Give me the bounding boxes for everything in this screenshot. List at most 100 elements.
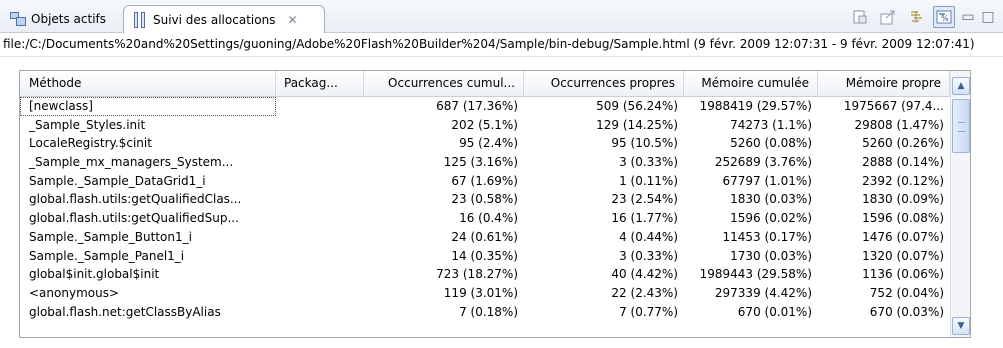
column-header-memoire-cumulee[interactable]: Mémoire cumulée <box>684 71 818 97</box>
cell-occurrences-cumulees: 14 (0.35%) <box>451 248 518 263</box>
cell-package <box>276 190 364 209</box>
cell-memoire-cumulee: 252689 (3.76%) <box>714 155 812 170</box>
cell-occurrences-cumulees: 125 (3.16%) <box>443 155 518 170</box>
minimize-icon[interactable]: ▭ <box>961 6 975 28</box>
cell-memoire-propre: 1596 (0.08%) <box>862 211 944 226</box>
scroll-up-button[interactable]: ▲ <box>952 77 970 95</box>
tab-objets-actifs[interactable]: Objets actifs <box>2 5 122 33</box>
table-body: [newclass] 687 (17.36%) 509 (56.24%) 198841… <box>20 97 950 321</box>
cell-methode: Sample._Sample_Button1_i <box>29 229 192 244</box>
cell-memoire-propre: 1975667 (97.4... <box>843 99 944 113</box>
cell-methode: [newclass] <box>20 97 276 116</box>
cell-methode: <anonymous> <box>29 285 120 300</box>
filter-icon[interactable] <box>905 6 927 28</box>
table-row[interactable]: Sample._Sample_DataGrid1_i 67 (1.69%) 1 (0… <box>20 172 950 191</box>
cell-methode: global.flash.utils:getQualifiedClas... <box>29 192 242 207</box>
cell-package <box>276 134 364 153</box>
cell-methode: Sample._Sample_Panel1_i <box>29 248 185 263</box>
svg-text:%: % <box>941 14 949 23</box>
cell-memoire-cumulee: 74273 (1.1%) <box>730 117 812 132</box>
cell-methode: LocaleRegistry.$cinit <box>29 136 152 151</box>
cell-occurrences-propres: 7 (0.77%) <box>619 304 678 319</box>
allocation-trace-icon <box>132 12 148 28</box>
cell-package <box>276 116 364 135</box>
cell-memoire-cumulee: 11453 (0.17%) <box>722 229 812 244</box>
cell-memoire-propre: 1136 (0.06%) <box>862 267 944 282</box>
column-header-memoire-propre[interactable]: Mémoire propre <box>818 71 950 97</box>
cell-occurrences-propres: 3 (0.33%) <box>619 248 678 263</box>
cell-occurrences-propres: 129 (14.25%) <box>596 117 678 132</box>
column-header-methode[interactable]: Méthode <box>20 71 276 97</box>
cell-memoire-cumulee: 1730 (0.03%) <box>730 248 812 263</box>
cell-memoire-cumulee: 1989443 (29.58%) <box>699 267 812 282</box>
cell-methode: global$init.global$init <box>29 267 160 282</box>
cell-occurrences-cumulees: 95 (2.4%) <box>459 136 518 151</box>
cell-occurrences-cumulees: 687 (17.36%) <box>436 99 518 113</box>
cell-occurrences-cumulees: 23 (0.58%) <box>451 192 518 207</box>
table-row[interactable]: Sample._Sample_Panel1_i 14 (0.35%) 3 (0.33… <box>20 247 950 266</box>
table-row[interactable]: <anonymous> 119 (3.01%) 22 (2.43%) 297339 (… <box>20 284 950 303</box>
table-row[interactable]: _Sample_Styles.init 202 (5.1%) 129 (14.25%… <box>20 116 950 135</box>
allocation-table: Méthode Packag... Occurrences cumul... O… <box>19 70 971 338</box>
cell-occurrences-propres: 3 (0.33%) <box>619 155 678 170</box>
cell-package <box>276 153 364 172</box>
cell-package <box>276 209 364 228</box>
cell-package <box>276 247 364 266</box>
table-row[interactable]: global.flash.net:getClassByAlias 7 (0.18%… <box>20 303 950 322</box>
tab-label: Suivi des allocations <box>153 13 276 27</box>
cell-memoire-propre: 752 (0.04%) <box>869 285 944 300</box>
cell-memoire-propre: 2392 (0.12%) <box>862 173 944 188</box>
percentage-toggle-icon[interactable]: % <box>933 6 955 28</box>
cell-memoire-propre: 670 (0.03%) <box>869 304 944 319</box>
table-row[interactable]: Sample._Sample_Button1_i 24 (0.61%) 4 (0.4… <box>20 228 950 247</box>
cell-package <box>276 284 364 303</box>
tab-label: Objets actifs <box>31 12 107 26</box>
cell-memoire-cumulee: 67797 (1.01%) <box>722 173 812 188</box>
table-row[interactable]: _Sample_mx_managers_System... 125 (3.16%)… <box>20 153 950 172</box>
objects-icon <box>10 11 26 27</box>
table-row[interactable]: global$init.global$init 723 (18.27%) 40 (4… <box>20 265 950 284</box>
cell-memoire-cumulee: 1830 (0.03%) <box>730 192 812 207</box>
cell-methode: global.flash.net:getClassByAlias <box>29 304 221 319</box>
cell-occurrences-cumulees: 119 (3.01%) <box>443 285 518 300</box>
cell-occurrences-propres: 1 (0.11%) <box>619 173 678 188</box>
export-icon[interactable] <box>877 6 899 28</box>
tab-suivi-des-allocations[interactable]: Suivi des allocations ✕ <box>123 5 325 34</box>
scroll-thumb[interactable] <box>952 99 970 153</box>
cell-memoire-propre: 2888 (0.14%) <box>862 155 944 170</box>
column-header-occurrences-propres[interactable]: Occurrences propres <box>524 71 684 97</box>
cell-memoire-cumulee: 297339 (4.42%) <box>714 285 812 300</box>
scroll-down-button[interactable]: ▼ <box>952 317 970 335</box>
cell-occurrences-cumulees: 24 (0.61%) <box>451 229 518 244</box>
cell-memoire-propre: 1830 (0.09%) <box>862 192 944 207</box>
cell-occurrences-propres: 23 (2.54%) <box>611 192 678 207</box>
close-icon[interactable]: ✕ <box>287 13 297 27</box>
column-header-occurrences-cumulees[interactable]: Occurrences cumul... <box>364 71 524 97</box>
view-toolbar: % ▭ □ <box>849 6 995 28</box>
cell-package <box>276 265 364 284</box>
cell-occurrences-propres: 16 (1.77%) <box>611 211 678 226</box>
maximize-icon[interactable]: □ <box>981 6 995 28</box>
cell-memoire-cumulee: 670 (0.01%) <box>737 304 812 319</box>
table-header: Méthode Packag... Occurrences cumul... O… <box>20 71 950 97</box>
cell-memoire-cumulee: 1988419 (29.57%) <box>699 99 812 113</box>
cell-methode: Sample._Sample_DataGrid1_i <box>29 173 206 188</box>
cell-occurrences-propres: 4 (0.44%) <box>619 229 678 244</box>
table-row[interactable]: [newclass] 687 (17.36%) 509 (56.24%) 198841… <box>20 97 950 116</box>
cell-memoire-propre: 29808 (1.47%) <box>854 117 944 132</box>
cell-memoire-propre: 1320 (0.07%) <box>862 248 944 263</box>
open-source-icon[interactable] <box>849 6 871 28</box>
cell-package <box>276 228 364 247</box>
table-row[interactable]: global.flash.utils:getQualifiedSup... 16 … <box>20 209 950 228</box>
cell-package <box>276 303 364 322</box>
cell-occurrences-propres: 22 (2.43%) <box>611 285 678 300</box>
cell-package <box>276 172 364 191</box>
cell-occurrences-cumulees: 16 (0.4%) <box>459 211 518 226</box>
vertical-scrollbar[interactable]: ▲ ▼ <box>950 71 970 337</box>
table-row[interactable]: LocaleRegistry.$cinit 95 (2.4%) 95 (10.5%)… <box>20 134 950 153</box>
column-header-package[interactable]: Packag... <box>276 71 364 97</box>
cell-memoire-propre: 5260 (0.26%) <box>862 136 944 151</box>
cell-occurrences-cumulees: 202 (5.1%) <box>451 117 518 132</box>
cell-methode: _Sample_mx_managers_System... <box>29 155 234 170</box>
table-row[interactable]: global.flash.utils:getQualifiedClas... 23… <box>20 190 950 209</box>
